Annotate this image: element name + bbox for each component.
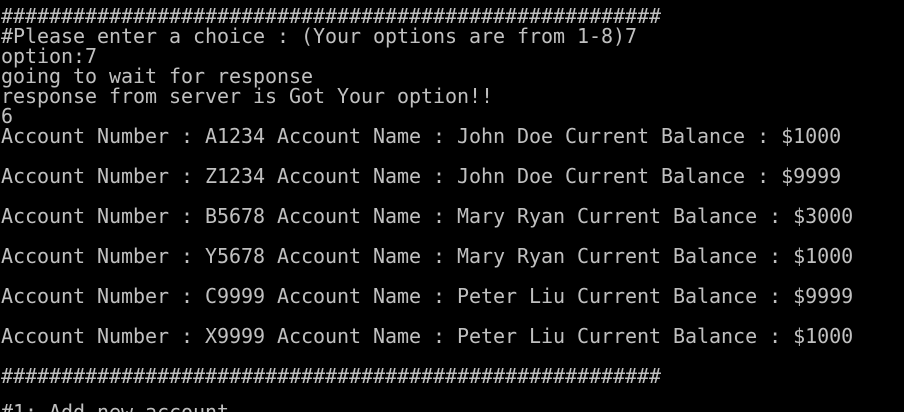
separator-line: ########################################… [1, 4, 662, 28]
account-line-6: Account Number : X9999 Account Name : Pe… [1, 324, 854, 348]
wait-line: going to wait for response [1, 64, 314, 88]
menu-option-line: #1: Add new account [1, 400, 230, 412]
server-response-line: response from server is Got Your option!… [1, 84, 494, 108]
count-line: 6 [1, 104, 14, 128]
separator-line: ########################################… [1, 364, 662, 388]
account-line-3: Account Number : B5678 Account Name : Ma… [1, 204, 854, 228]
account-line-4: Account Number : Y5678 Account Name : Ma… [1, 244, 854, 268]
terminal-window[interactable]: ########################################… [0, 0, 904, 412]
account-line-5: Account Number : C9999 Account Name : Pe… [1, 284, 854, 308]
account-line-1: Account Number : A1234 Account Name : Jo… [1, 124, 842, 148]
option-line: option:7 [1, 44, 98, 68]
prompt-line: #Please enter a choice : (Your options a… [1, 24, 638, 48]
account-line-2: Account Number : Z1234 Account Name : Jo… [1, 164, 842, 188]
